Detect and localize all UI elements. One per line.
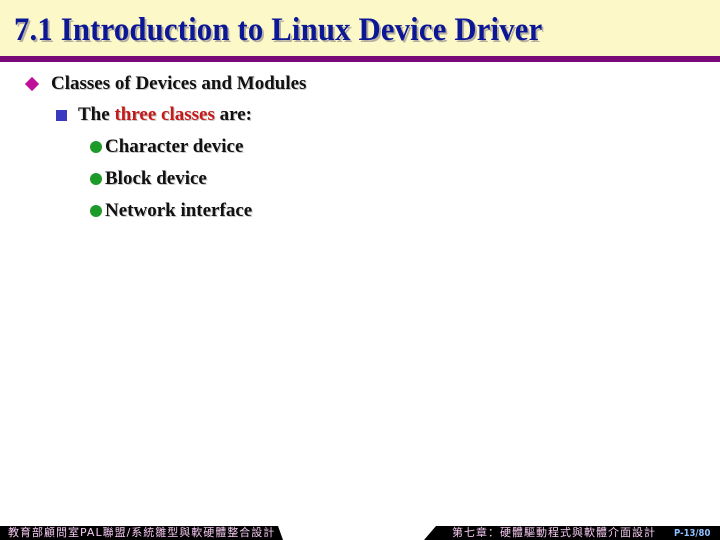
bullet-level1-text: Classes of Devices and Modules [51,73,307,94]
bullet-level1: Classes of Devices and Modules [24,73,306,95]
bullet-level3-item: Block device [90,168,207,190]
title-divider [0,56,720,62]
bullet-level3-text: Block device [105,168,207,189]
bullet-level2-highlight: three classes [114,104,215,125]
square-bullet-icon [56,109,67,121]
footer-chapter-text: 第七章：硬體驅動程式與軟體介面設計 [452,526,656,539]
circle-bullet-icon [90,141,102,153]
circle-bullet-icon [90,205,102,217]
bullet-level3-item: Network interface [90,200,252,222]
footer-course-text: 教育部顧問室PAL聯盟/系統雛型與軟硬體整合設計 [8,526,276,539]
diamond-bullet-icon [24,76,40,92]
page-number: P-13/80 [674,528,711,539]
slide-title: 7.1 Introduction to Linux Device Driver [14,12,543,48]
bullet-level3-item: Character device [90,136,243,158]
circle-bullet-icon [90,173,102,185]
bullet-level2-prefix: The [78,104,115,125]
bullet-level2-suffix: are: [214,104,252,125]
bullet-level3-text: Character device [105,136,244,157]
bullet-level3-text: Network interface [105,200,253,221]
bullet-level2: The three classes are: [56,104,252,126]
